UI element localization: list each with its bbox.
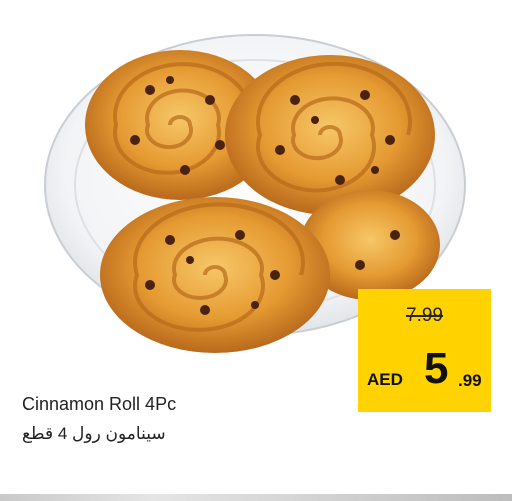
next-card-edge (0, 494, 512, 501)
price-main: 5 (424, 344, 449, 393)
price-tag: 7.99 AED 5 .99 (358, 289, 491, 412)
old-price: 7.99 (406, 305, 443, 326)
product-name-arabic: سينامون رول 4 قطع (22, 424, 166, 443)
product-name-english: Cinnamon Roll 4Pc (22, 394, 177, 414)
price-currency: AED (367, 370, 403, 389)
price-decimal: .99 (458, 371, 482, 390)
product-card[interactable]: 7.99 AED 5 .99 Cinnamon Roll 4Pc سينامون… (0, 0, 512, 501)
